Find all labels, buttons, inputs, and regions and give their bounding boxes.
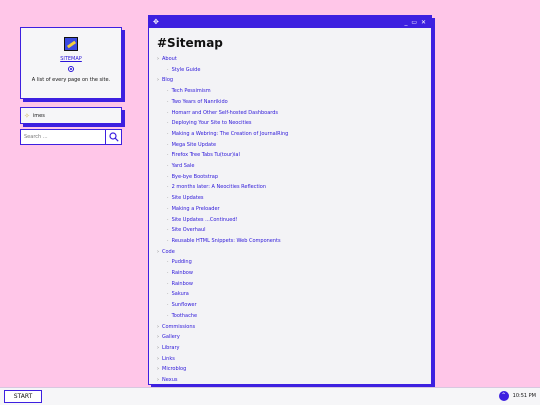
sitemap-list: › About · Style Guide › Blog · Tech Pessimis… xyxy=(157,54,423,322)
list-item: · Rainbow xyxy=(167,270,193,277)
list-item: · Yard Sale xyxy=(167,163,195,170)
link-code[interactable]: Code xyxy=(162,249,175,255)
card-description: A list of every page on the site. xyxy=(31,77,111,83)
search-input[interactable]: Search ... xyxy=(20,129,106,145)
sitemap-link[interactable]: Gallery xyxy=(162,334,180,340)
move-icon[interactable]: ✥ xyxy=(153,18,159,26)
list-item: · Toothache xyxy=(167,312,198,319)
sitemap-link[interactable]: Links xyxy=(162,356,175,362)
list-item: · Two Years of Nanrikido xyxy=(167,98,228,105)
music-title: imes xyxy=(32,112,45,119)
card-title[interactable]: SITEMAP xyxy=(21,56,121,62)
radio-icon xyxy=(68,66,74,72)
sitemap-link[interactable]: Yard Sale xyxy=(172,163,195,169)
search-bar: Search ... xyxy=(20,129,122,145)
list-item: › Library xyxy=(157,344,180,351)
list-item: · Pudding xyxy=(167,259,192,266)
window-titlebar[interactable]: ✥ _ ▭ ✕ xyxy=(149,16,431,28)
list-item: · Making a Webring: The Creation of Journ… xyxy=(167,130,289,137)
list-item: · Site Overhaul xyxy=(167,227,206,234)
sitemap-link[interactable]: Commissions xyxy=(162,324,195,330)
list-item: · Site Updates ...Continued! xyxy=(167,216,238,223)
sitemap-link[interactable]: Site Overhaul xyxy=(172,227,206,233)
list-item: · Deploying Your Site to Neocities xyxy=(167,120,252,127)
music-player[interactable]: ✧ imes xyxy=(20,107,122,124)
link-blog[interactable]: Blog xyxy=(162,77,173,83)
sitemap-link[interactable]: Rainbow xyxy=(172,281,193,287)
sitemap-link[interactable]: Two Years of Nanrikido xyxy=(172,99,228,105)
sitemap-tail: › Commissions › Gallery › Library › Links › Micro… xyxy=(157,322,423,384)
list-item: · Rainbow xyxy=(167,280,193,287)
sitemap-card: SITEMAP A list of every page on the site… xyxy=(20,27,122,99)
sitemap-link[interactable]: Homarr and Other Self-hosted Dashboards xyxy=(172,110,278,116)
list-item: · Firefox Tree Tabs Tu(tour)ial xyxy=(167,152,240,159)
list-item: · Homarr and Other Self-hosted Dashboards xyxy=(167,109,279,116)
clock: 10:51 PM xyxy=(512,393,536,399)
chevron-up-icon[interactable]: ⌃ xyxy=(498,391,509,401)
list-item: · Sunflower xyxy=(167,302,197,309)
sitemap-icon xyxy=(64,37,78,51)
system-tray: ⌃ 10:51 PM xyxy=(498,391,536,401)
sitemap-link[interactable]: Library xyxy=(162,345,179,351)
list-item: › Nexus xyxy=(157,377,178,384)
sitemap-link[interactable]: Site Updates ...Continued! xyxy=(172,217,238,223)
sitemap-link[interactable]: 2 months later: A Neocities Reflection xyxy=(172,184,266,190)
search-icon xyxy=(108,132,119,142)
link-about[interactable]: About xyxy=(162,56,177,62)
page-title: #Sitemap xyxy=(157,36,223,50)
sitemap-window: ✥ _ ▭ ✕ #Sitemap › About · Style Guide › Bl… xyxy=(148,15,432,385)
sitemap-link[interactable]: Reusable HTML Snippets: Web Components xyxy=(172,238,281,244)
sitemap-link[interactable]: Nexus xyxy=(162,377,177,383)
list-item: › Links xyxy=(157,355,175,362)
sitemap-link[interactable]: Deploying Your Site to Neocities xyxy=(172,120,252,126)
window-controls[interactable]: _ ▭ ✕ xyxy=(404,19,427,26)
sitemap-link[interactable]: Firefox Tree Tabs Tu(tour)ial xyxy=(172,152,240,158)
list-item: · Reusable HTML Snippets: Web Components xyxy=(167,237,281,244)
start-button[interactable]: START xyxy=(4,390,42,403)
list-item: · 2 months later: A Neocities Reflection xyxy=(167,184,267,191)
sitemap-link[interactable]: Site Updates xyxy=(172,195,204,201)
list-item: · Tech Pessimism xyxy=(167,88,211,95)
list-item: · Making a Preloader xyxy=(167,205,220,212)
sparkle-icon: ✧ xyxy=(24,111,30,120)
taskbar: START ⌃ 10:51 PM xyxy=(0,387,540,405)
sitemap-link[interactable]: Sunflower xyxy=(172,302,197,308)
sitemap-link[interactable]: Making a Webring: The Creation of Journa… xyxy=(172,131,289,137)
link-style-guide[interactable]: Style Guide xyxy=(172,67,201,73)
list-item: · Bye-bye Bootstrap xyxy=(167,173,219,180)
sitemap-link[interactable]: Pudding xyxy=(172,259,192,265)
sitemap-link[interactable]: Bye-bye Bootstrap xyxy=(172,174,218,180)
list-item: · Site Updates xyxy=(167,195,204,202)
list-item: › Gallery xyxy=(157,334,180,341)
sitemap-link[interactable]: Microblog xyxy=(162,366,186,372)
sitemap-link[interactable]: Sakura xyxy=(172,291,189,297)
list-item: · Sakura xyxy=(167,291,189,298)
search-button[interactable] xyxy=(106,129,122,145)
list-item: › Microblog xyxy=(157,366,187,373)
sitemap-link[interactable]: Tech Pessimism xyxy=(172,88,211,94)
sitemap-link[interactable]: Rainbow xyxy=(172,270,193,276)
list-item: · Mega Site Update xyxy=(167,141,217,148)
list-item: › Commissions xyxy=(157,323,196,330)
sitemap-link[interactable]: Making a Preloader xyxy=(172,206,220,212)
sitemap-link[interactable]: Mega Site Update xyxy=(172,142,217,148)
sitemap-link[interactable]: Toothache xyxy=(172,313,198,319)
